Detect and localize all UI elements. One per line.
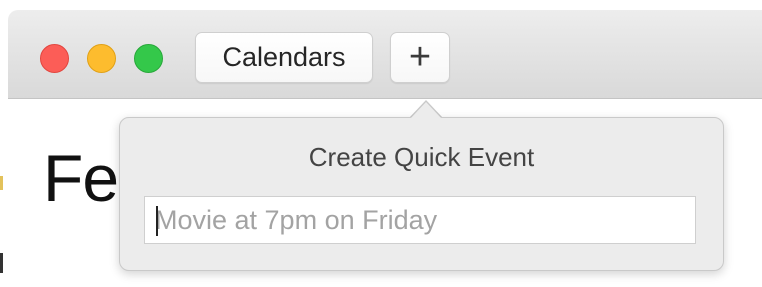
title-bar: Calendars +	[8, 10, 762, 99]
edge-marker	[0, 253, 3, 273]
add-event-button[interactable]: +	[390, 32, 450, 83]
plus-icon: +	[408, 35, 432, 78]
popover-arrow-fill	[410, 102, 442, 119]
calendars-button-label: Calendars	[222, 42, 346, 72]
maximize-window-button[interactable]	[134, 44, 163, 73]
edge-marker	[0, 176, 3, 190]
close-window-button[interactable]	[40, 44, 69, 73]
quick-event-popover: Create Quick Event	[119, 117, 724, 271]
calendars-button[interactable]: Calendars	[195, 32, 373, 83]
text-cursor	[156, 206, 158, 236]
calendar-month-heading: Fe	[43, 141, 119, 215]
minimize-window-button[interactable]	[87, 44, 116, 73]
popover-title: Create Quick Event	[308, 142, 535, 172]
quick-event-input[interactable]	[144, 196, 696, 244]
